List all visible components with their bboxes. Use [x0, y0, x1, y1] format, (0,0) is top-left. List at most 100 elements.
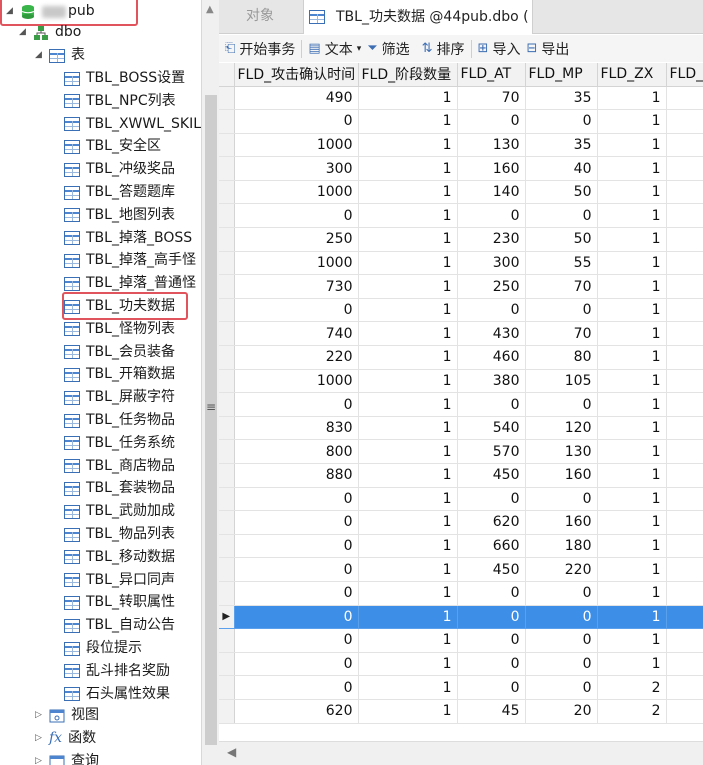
scroll-thumb[interactable]	[205, 95, 217, 745]
table-cell-clipped[interactable]	[666, 487, 703, 512]
table-row[interactable]: 740 1 430 70 1	[219, 321, 703, 347]
table-row[interactable]: 0 1 620 160 1	[219, 510, 703, 535]
table-cell[interactable]: 35	[525, 86, 598, 111]
table-cell[interactable]: 1	[358, 156, 458, 181]
table-cell[interactable]: 1	[597, 439, 667, 464]
table-cell[interactable]: 105	[525, 369, 598, 394]
tree-table-item[interactable]: 段位提示	[64, 637, 142, 660]
table-row[interactable]: 01002	[219, 675, 703, 700]
table-cell[interactable]: 70	[457, 86, 526, 111]
table-cell[interactable]: 160	[525, 510, 598, 535]
table-row[interactable]: 1000 1 140 50 1	[219, 180, 703, 205]
table-cell[interactable]: 1	[358, 369, 458, 394]
table-row[interactable]: 01001	[219, 392, 703, 417]
table-cell[interactable]: 1	[597, 203, 667, 229]
table-cell[interactable]: 570	[457, 439, 526, 464]
row-indicator[interactable]	[219, 133, 235, 158]
filter-button[interactable]: ⏷ 筛选	[367, 35, 415, 62]
row-indicator[interactable]	[219, 227, 235, 252]
table-cell[interactable]: 1	[597, 581, 667, 606]
table-cell-clipped[interactable]	[666, 416, 703, 441]
table-cell[interactable]: 0	[457, 628, 526, 653]
table-cell-clipped[interactable]	[666, 557, 703, 582]
table-cell[interactable]: 0	[457, 203, 526, 229]
row-indicator[interactable]	[219, 652, 235, 677]
table-cell[interactable]: 1	[597, 463, 667, 488]
table-cell-clipped[interactable]	[666, 392, 703, 417]
export-button[interactable]: ⊟ 导出	[526, 35, 575, 62]
table-row[interactable]: 220 1 460 80 1	[219, 345, 703, 370]
table-cell[interactable]: 300	[457, 251, 526, 276]
table-cell[interactable]: 1	[597, 534, 667, 559]
table-row[interactable]: ▶ 0 1 0 0 1	[219, 605, 703, 630]
table-cell[interactable]: 1	[597, 487, 667, 512]
table-cell-clipped[interactable]	[666, 203, 703, 229]
text-button[interactable]: ▤ 文本 ▾	[302, 35, 367, 62]
column-header[interactable]: FLD_ZX	[597, 63, 667, 87]
table-row[interactable]: 0 1 660 180 1	[219, 534, 703, 559]
table-cell-clipped[interactable]	[666, 86, 703, 111]
table-cell-clipped[interactable]	[666, 605, 703, 630]
table-cell[interactable]: 1	[358, 510, 458, 535]
table-cell[interactable]: 35	[525, 133, 598, 158]
tree-table-item[interactable]: TBL_NPC列表	[64, 90, 176, 113]
table-cell-clipped[interactable]	[666, 227, 703, 252]
tree-table-item[interactable]: 石头属性效果	[64, 683, 170, 706]
table-cell[interactable]: 0	[234, 675, 359, 700]
table-cell-clipped[interactable]	[666, 133, 703, 158]
table-cell[interactable]: 1	[597, 416, 667, 441]
table-row[interactable]: 830 1 540 120 1	[219, 416, 703, 441]
row-indicator[interactable]	[219, 345, 235, 370]
row-indicator[interactable]	[219, 274, 235, 299]
table-cell[interactable]: 0	[525, 652, 598, 677]
table-cell[interactable]: 0	[525, 109, 598, 134]
table-cell[interactable]: 1	[358, 345, 458, 370]
table-cell[interactable]: 1	[597, 251, 667, 276]
table-cell[interactable]: 1	[597, 345, 667, 370]
horizontal-scrollbar[interactable]: ◀	[219, 741, 703, 765]
tree-queries[interactable]: ▷ 查询	[33, 750, 99, 765]
table-cell[interactable]: 880	[234, 463, 359, 488]
tree-table-item[interactable]: TBL_任务物品	[64, 409, 175, 432]
table-cell-clipped[interactable]	[666, 180, 703, 205]
table-cell[interactable]: 1	[358, 534, 458, 559]
table-cell[interactable]: 1	[358, 251, 458, 276]
table-cell[interactable]: 80	[525, 345, 598, 370]
table-cell-clipped[interactable]	[666, 369, 703, 394]
table-cell-clipped[interactable]	[666, 699, 703, 724]
table-cell[interactable]: 1	[358, 392, 458, 417]
table-cell[interactable]: 250	[234, 227, 359, 252]
table-cell[interactable]: 0	[525, 392, 598, 417]
tree-views[interactable]: ▷ 视图	[33, 704, 99, 727]
table-cell-clipped[interactable]	[666, 510, 703, 535]
table-cell[interactable]: 70	[525, 321, 598, 347]
table-cell[interactable]: 0	[525, 581, 598, 606]
row-indicator[interactable]	[219, 109, 235, 134]
table-cell[interactable]: 1	[358, 274, 458, 299]
table-cell[interactable]: 1	[597, 298, 667, 323]
table-cell[interactable]: 1	[358, 652, 458, 677]
table-cell[interactable]: 0	[457, 487, 526, 512]
table-cell[interactable]: 1000	[234, 180, 359, 205]
table-cell[interactable]: 1	[597, 321, 667, 347]
tree-table-item[interactable]: TBL_怪物列表	[64, 318, 175, 341]
table-cell[interactable]: 0	[234, 109, 359, 134]
tree-table-item[interactable]: TBL_转职属性	[64, 591, 175, 614]
expand-arrow-icon[interactable]: ▷	[33, 756, 44, 765]
table-cell[interactable]: 1	[597, 557, 667, 582]
table-cell[interactable]: 380	[457, 369, 526, 394]
row-indicator[interactable]	[219, 510, 235, 535]
table-cell[interactable]: 0	[234, 628, 359, 653]
table-cell[interactable]: 0	[457, 652, 526, 677]
table-cell[interactable]: 1	[358, 203, 458, 229]
table-row[interactable]: 01001	[219, 628, 703, 653]
table-row[interactable]: 620 1 45 20 2	[219, 699, 703, 724]
row-indicator[interactable]: ▶	[219, 605, 235, 630]
tree-table-item[interactable]: TBL_掉落_BOSS	[64, 227, 192, 250]
table-cell[interactable]: 160	[525, 463, 598, 488]
table-cell[interactable]: 1	[597, 156, 667, 181]
table-cell[interactable]: 0	[234, 605, 359, 630]
table-row[interactable]: 1000 1 130 35 1	[219, 133, 703, 158]
table-cell[interactable]: 1	[358, 439, 458, 464]
table-cell[interactable]: 1	[358, 581, 458, 606]
